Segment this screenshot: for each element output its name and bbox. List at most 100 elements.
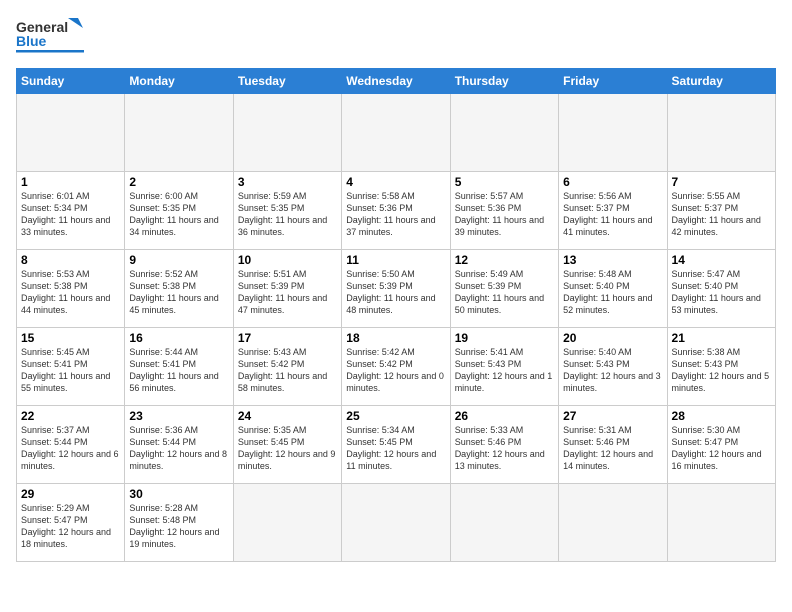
day-cell: 19Sunrise: 5:41 AMSunset: 5:43 PMDayligh…	[450, 328, 558, 406]
day-cell: 14Sunrise: 5:47 AMSunset: 5:40 PMDayligh…	[667, 250, 775, 328]
logo-icon: General Blue	[16, 16, 96, 58]
day-info: Sunrise: 5:38 AMSunset: 5:43 PMDaylight:…	[672, 346, 771, 395]
day-cell	[559, 484, 667, 562]
day-info: Sunrise: 5:58 AMSunset: 5:36 PMDaylight:…	[346, 190, 445, 239]
day-number: 25	[346, 409, 445, 423]
day-cell: 26Sunrise: 5:33 AMSunset: 5:46 PMDayligh…	[450, 406, 558, 484]
weekday-friday: Friday	[559, 69, 667, 94]
day-cell: 16Sunrise: 5:44 AMSunset: 5:41 PMDayligh…	[125, 328, 233, 406]
day-cell	[667, 484, 775, 562]
weekday-thursday: Thursday	[450, 69, 558, 94]
day-info: Sunrise: 5:35 AMSunset: 5:45 PMDaylight:…	[238, 424, 337, 473]
day-info: Sunrise: 5:47 AMSunset: 5:40 PMDaylight:…	[672, 268, 771, 317]
day-cell: 25Sunrise: 5:34 AMSunset: 5:45 PMDayligh…	[342, 406, 450, 484]
day-number: 6	[563, 175, 662, 189]
day-cell: 5Sunrise: 5:57 AMSunset: 5:36 PMDaylight…	[450, 172, 558, 250]
day-cell: 15Sunrise: 5:45 AMSunset: 5:41 PMDayligh…	[17, 328, 125, 406]
day-number: 1	[21, 175, 120, 189]
weekday-saturday: Saturday	[667, 69, 775, 94]
day-cell: 29Sunrise: 5:29 AMSunset: 5:47 PMDayligh…	[17, 484, 125, 562]
day-info: Sunrise: 5:42 AMSunset: 5:42 PMDaylight:…	[346, 346, 445, 395]
calendar-table: SundayMondayTuesdayWednesdayThursdayFrid…	[16, 68, 776, 562]
day-number: 8	[21, 253, 120, 267]
day-number: 10	[238, 253, 337, 267]
weekday-header-row: SundayMondayTuesdayWednesdayThursdayFrid…	[17, 69, 776, 94]
day-number: 28	[672, 409, 771, 423]
weekday-monday: Monday	[125, 69, 233, 94]
day-info: Sunrise: 5:55 AMSunset: 5:37 PMDaylight:…	[672, 190, 771, 239]
page: General Blue SundayMondayTuesdayWednesda…	[0, 0, 792, 612]
day-cell: 10Sunrise: 5:51 AMSunset: 5:39 PMDayligh…	[233, 250, 341, 328]
day-cell: 9Sunrise: 5:52 AMSunset: 5:38 PMDaylight…	[125, 250, 233, 328]
day-cell	[233, 94, 341, 172]
day-number: 15	[21, 331, 120, 345]
day-cell: 1Sunrise: 6:01 AMSunset: 5:34 PMDaylight…	[17, 172, 125, 250]
day-cell	[17, 94, 125, 172]
day-number: 13	[563, 253, 662, 267]
day-cell: 27Sunrise: 5:31 AMSunset: 5:46 PMDayligh…	[559, 406, 667, 484]
day-cell	[233, 484, 341, 562]
day-info: Sunrise: 5:33 AMSunset: 5:46 PMDaylight:…	[455, 424, 554, 473]
day-info: Sunrise: 5:45 AMSunset: 5:41 PMDaylight:…	[21, 346, 120, 395]
day-cell: 6Sunrise: 5:56 AMSunset: 5:37 PMDaylight…	[559, 172, 667, 250]
day-cell: 7Sunrise: 5:55 AMSunset: 5:37 PMDaylight…	[667, 172, 775, 250]
day-info: Sunrise: 5:59 AMSunset: 5:35 PMDaylight:…	[238, 190, 337, 239]
day-cell: 17Sunrise: 5:43 AMSunset: 5:42 PMDayligh…	[233, 328, 341, 406]
day-info: Sunrise: 5:49 AMSunset: 5:39 PMDaylight:…	[455, 268, 554, 317]
day-cell: 11Sunrise: 5:50 AMSunset: 5:39 PMDayligh…	[342, 250, 450, 328]
week-row-0	[17, 94, 776, 172]
day-number: 30	[129, 487, 228, 501]
day-number: 19	[455, 331, 554, 345]
day-info: Sunrise: 5:56 AMSunset: 5:37 PMDaylight:…	[563, 190, 662, 239]
day-number: 9	[129, 253, 228, 267]
day-info: Sunrise: 5:41 AMSunset: 5:43 PMDaylight:…	[455, 346, 554, 395]
day-number: 17	[238, 331, 337, 345]
day-info: Sunrise: 5:30 AMSunset: 5:47 PMDaylight:…	[672, 424, 771, 473]
day-cell: 23Sunrise: 5:36 AMSunset: 5:44 PMDayligh…	[125, 406, 233, 484]
day-number: 7	[672, 175, 771, 189]
day-number: 5	[455, 175, 554, 189]
day-number: 27	[563, 409, 662, 423]
day-number: 21	[672, 331, 771, 345]
day-info: Sunrise: 5:31 AMSunset: 5:46 PMDaylight:…	[563, 424, 662, 473]
day-cell	[559, 94, 667, 172]
day-cell: 30Sunrise: 5:28 AMSunset: 5:48 PMDayligh…	[125, 484, 233, 562]
day-cell: 21Sunrise: 5:38 AMSunset: 5:43 PMDayligh…	[667, 328, 775, 406]
day-info: Sunrise: 5:37 AMSunset: 5:44 PMDaylight:…	[21, 424, 120, 473]
day-info: Sunrise: 5:40 AMSunset: 5:43 PMDaylight:…	[563, 346, 662, 395]
day-info: Sunrise: 6:01 AMSunset: 5:34 PMDaylight:…	[21, 190, 120, 239]
day-cell	[342, 484, 450, 562]
header: General Blue	[16, 16, 776, 58]
day-info: Sunrise: 6:00 AMSunset: 5:35 PMDaylight:…	[129, 190, 228, 239]
week-row-2: 8Sunrise: 5:53 AMSunset: 5:38 PMDaylight…	[17, 250, 776, 328]
day-cell: 8Sunrise: 5:53 AMSunset: 5:38 PMDaylight…	[17, 250, 125, 328]
day-info: Sunrise: 5:50 AMSunset: 5:39 PMDaylight:…	[346, 268, 445, 317]
day-info: Sunrise: 5:52 AMSunset: 5:38 PMDaylight:…	[129, 268, 228, 317]
day-cell	[667, 94, 775, 172]
day-number: 3	[238, 175, 337, 189]
day-cell: 22Sunrise: 5:37 AMSunset: 5:44 PMDayligh…	[17, 406, 125, 484]
day-cell	[450, 484, 558, 562]
day-cell: 28Sunrise: 5:30 AMSunset: 5:47 PMDayligh…	[667, 406, 775, 484]
day-info: Sunrise: 5:43 AMSunset: 5:42 PMDaylight:…	[238, 346, 337, 395]
svg-text:Blue: Blue	[16, 33, 47, 49]
day-number: 23	[129, 409, 228, 423]
day-cell: 20Sunrise: 5:40 AMSunset: 5:43 PMDayligh…	[559, 328, 667, 406]
day-number: 18	[346, 331, 445, 345]
week-row-5: 29Sunrise: 5:29 AMSunset: 5:47 PMDayligh…	[17, 484, 776, 562]
week-row-4: 22Sunrise: 5:37 AMSunset: 5:44 PMDayligh…	[17, 406, 776, 484]
day-cell: 4Sunrise: 5:58 AMSunset: 5:36 PMDaylight…	[342, 172, 450, 250]
day-info: Sunrise: 5:53 AMSunset: 5:38 PMDaylight:…	[21, 268, 120, 317]
week-row-1: 1Sunrise: 6:01 AMSunset: 5:34 PMDaylight…	[17, 172, 776, 250]
weekday-tuesday: Tuesday	[233, 69, 341, 94]
day-number: 11	[346, 253, 445, 267]
day-cell: 24Sunrise: 5:35 AMSunset: 5:45 PMDayligh…	[233, 406, 341, 484]
day-number: 2	[129, 175, 228, 189]
day-number: 20	[563, 331, 662, 345]
day-cell: 12Sunrise: 5:49 AMSunset: 5:39 PMDayligh…	[450, 250, 558, 328]
day-info: Sunrise: 5:44 AMSunset: 5:41 PMDaylight:…	[129, 346, 228, 395]
day-cell: 18Sunrise: 5:42 AMSunset: 5:42 PMDayligh…	[342, 328, 450, 406]
day-cell: 3Sunrise: 5:59 AMSunset: 5:35 PMDaylight…	[233, 172, 341, 250]
day-info: Sunrise: 5:57 AMSunset: 5:36 PMDaylight:…	[455, 190, 554, 239]
week-row-3: 15Sunrise: 5:45 AMSunset: 5:41 PMDayligh…	[17, 328, 776, 406]
